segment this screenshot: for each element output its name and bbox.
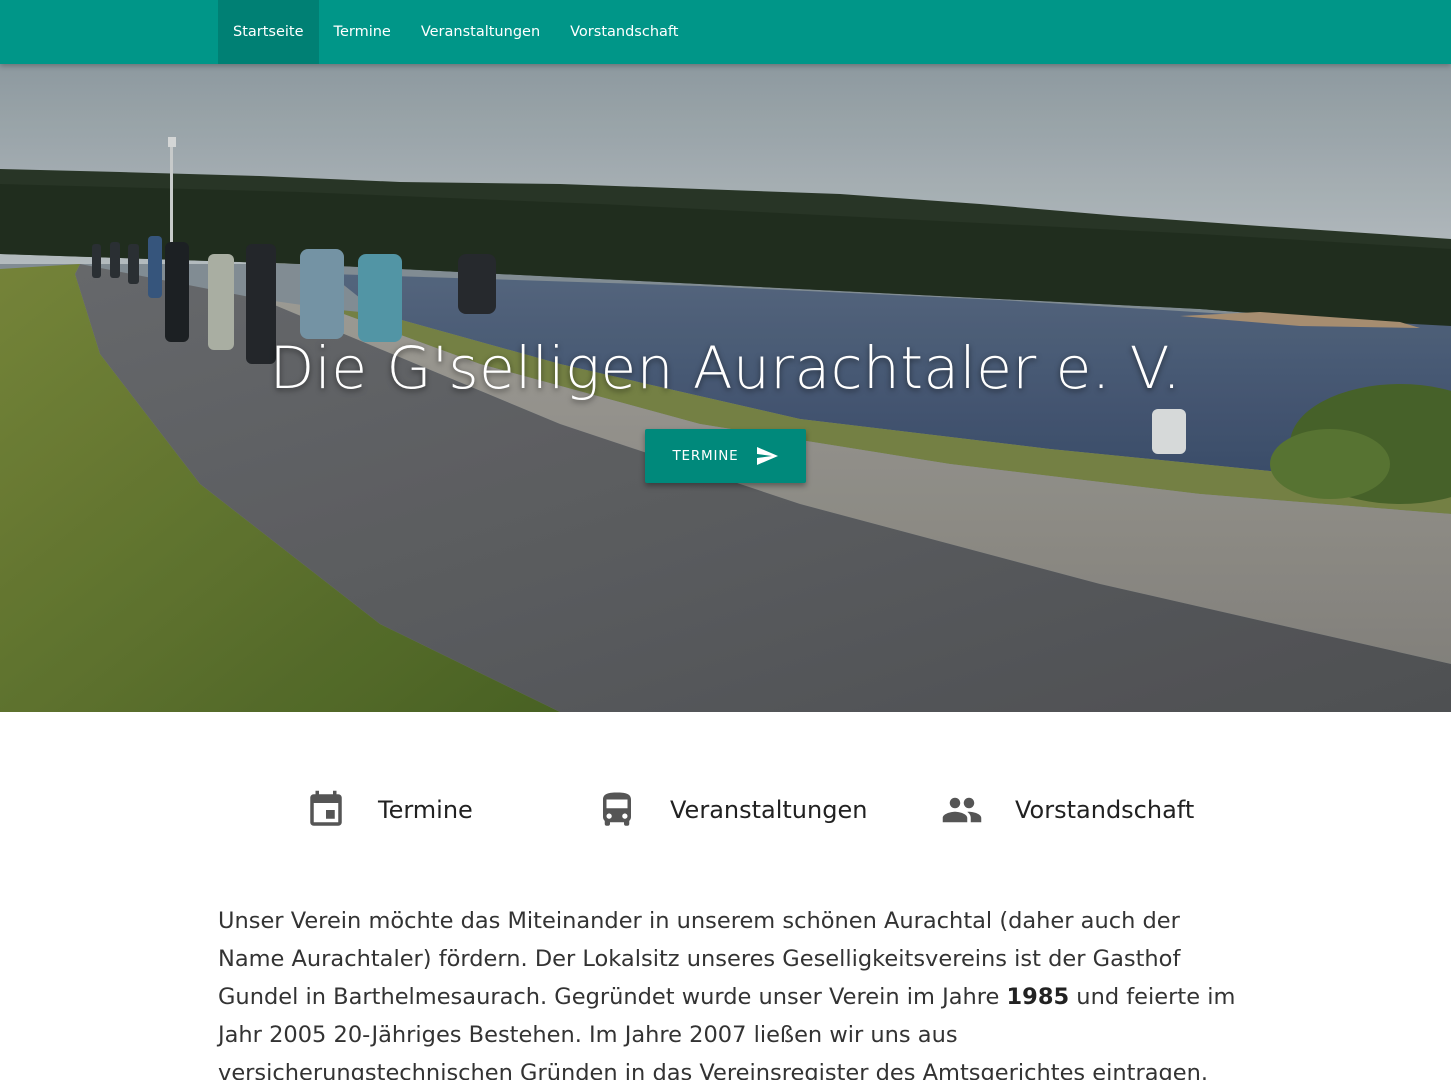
feature-veranstaltungen-label: Veranstaltungen [670,796,868,824]
nav-item-vorstandschaft[interactable]: Vorstandschaft [555,0,693,64]
send-icon [756,447,778,465]
nav-menu: Startseite Termine Veranstaltungen Vorst… [218,0,693,64]
people-icon [938,786,986,834]
termine-button-label: TERMINE [672,448,739,464]
hero-banner: Die G'selligen Aurachtaler e. V. TERMINE [0,64,1451,712]
nav-item-termine[interactable]: Termine [319,0,406,64]
feature-termine[interactable]: Termine [302,780,473,840]
feature-vorstandschaft-label: Vorstandschaft [1015,796,1195,824]
feature-veranstaltungen[interactable]: Veranstaltungen [593,780,867,840]
calendar-icon [302,786,350,834]
intro-paragraph: Unser Verein möchte das Miteinander in u… [218,902,1238,1080]
nav-item-startseite[interactable]: Startseite [218,0,319,64]
hero-title: Die G'selligen Aurachtaler e. V. [269,334,1182,402]
bus-icon [593,786,641,834]
nav-item-veranstaltungen[interactable]: Veranstaltungen [406,0,555,64]
feature-termine-label: Termine [378,796,473,824]
feature-links: Termine Veranstaltungen Vorstandschaft [0,780,1451,840]
termine-button[interactable]: TERMINE [645,429,806,483]
feature-vorstandschaft[interactable]: Vorstandschaft [938,780,1194,840]
founding-year: 1985 [1006,984,1070,1010]
top-navbar: Startseite Termine Veranstaltungen Vorst… [0,0,1451,64]
